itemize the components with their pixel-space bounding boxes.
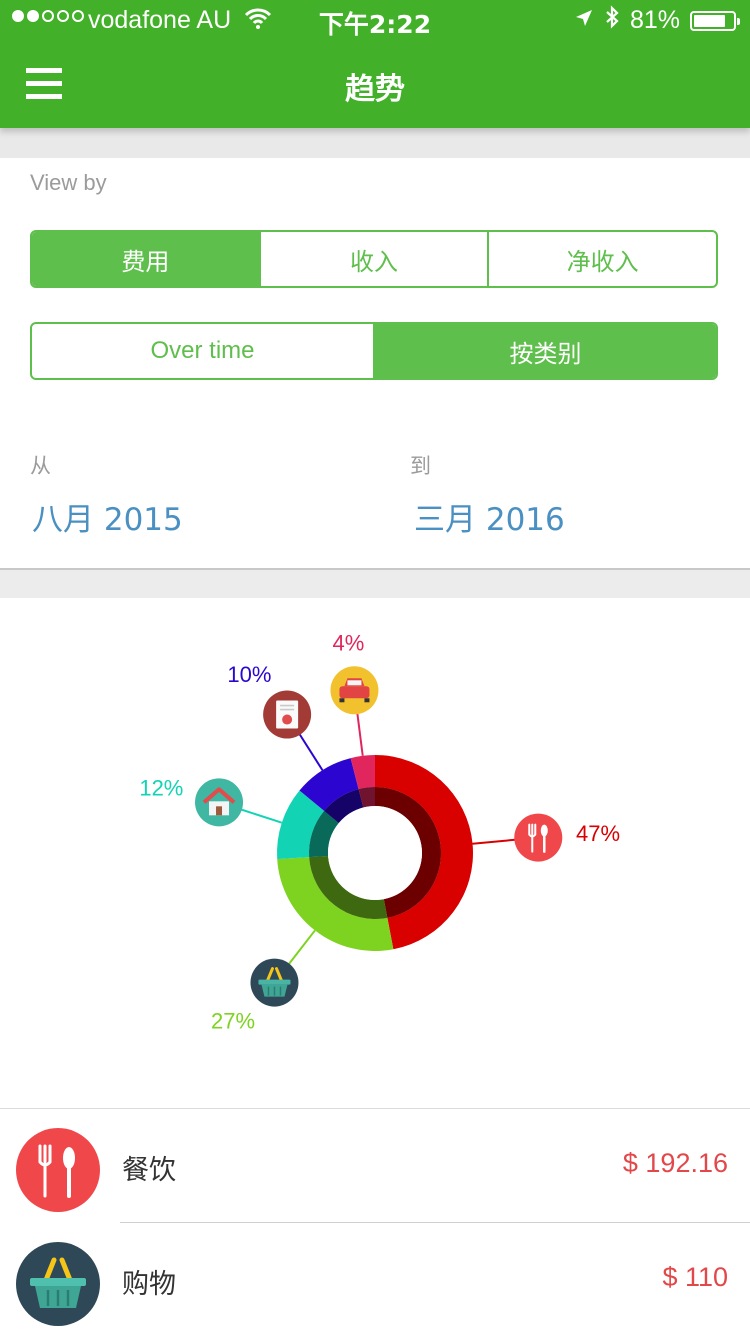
slice-percent-label: 27% — [211, 1009, 255, 1034]
view-by-label: View by — [30, 170, 107, 195]
basket-icon — [248, 957, 300, 1009]
from-date[interactable]: 八月 2015 — [32, 494, 183, 539]
battery-icon — [690, 10, 740, 31]
slice-percent-label: 4% — [333, 631, 365, 656]
list-top-border — [0, 1108, 750, 1109]
slice-percent-label: 10% — [227, 662, 271, 687]
car-icon — [330, 666, 379, 715]
callout-line — [287, 929, 316, 966]
category-row-dining[interactable]: 餐饮 $ 192.16 — [0, 1112, 750, 1224]
from-label: 从 — [30, 454, 51, 478]
callout-line — [356, 711, 364, 756]
row-divider — [120, 1222, 750, 1223]
callout-line — [298, 732, 324, 771]
to-date[interactable]: 三月 2016 — [414, 494, 565, 539]
tab-expense[interactable]: 费用 — [32, 232, 259, 286]
category-amount: $ 110 — [662, 1262, 728, 1292]
bluetooth-icon — [604, 5, 620, 36]
tab-net-income[interactable]: 净收入 — [487, 232, 716, 286]
to-label: 到 — [410, 454, 431, 478]
callout-line — [472, 838, 517, 845]
fork-spoon-icon — [16, 1128, 100, 1212]
page-title: 趋势 — [345, 72, 405, 107]
tab-income[interactable]: 收入 — [258, 232, 488, 286]
mode-segmented-control: Over time 按类别 — [30, 322, 718, 380]
fork-spoon-icon — [513, 812, 564, 863]
header-gap — [0, 128, 750, 158]
basket-icon — [16, 1242, 100, 1326]
category-row-shopping[interactable]: 购物 $ 110 — [0, 1226, 750, 1338]
app-header: vodafone AU 下午2:22 81% 趋势 — [0, 0, 750, 128]
bill-icon — [262, 689, 312, 740]
callout-line — [239, 808, 283, 824]
category-name: 餐饮 — [122, 1155, 176, 1186]
location-arrow-icon — [574, 6, 594, 35]
category-name: 购物 — [122, 1269, 176, 1300]
tab-by-category[interactable]: 按类别 — [373, 324, 716, 378]
status-right: 81% — [574, 5, 740, 36]
donut-svg: 47% 27% 12% 10% 4% — [139, 631, 620, 1034]
battery-percent: 81% — [629, 6, 680, 34]
category-amount: $ 192.16 — [622, 1148, 728, 1178]
category-donut-chart: 47% 27% 12% 10% 4% — [0, 598, 750, 1108]
house-icon — [193, 776, 246, 829]
slice-percent-label: 12% — [139, 775, 183, 800]
type-segmented-control: 费用 收入 净收入 — [30, 230, 718, 288]
tab-over-time[interactable]: Over time — [32, 324, 373, 378]
slice-percent-label: 47% — [576, 821, 620, 846]
section-divider — [0, 568, 750, 598]
donut-hole — [328, 806, 422, 900]
status-bar: vodafone AU 下午2:22 81% — [0, 0, 750, 42]
